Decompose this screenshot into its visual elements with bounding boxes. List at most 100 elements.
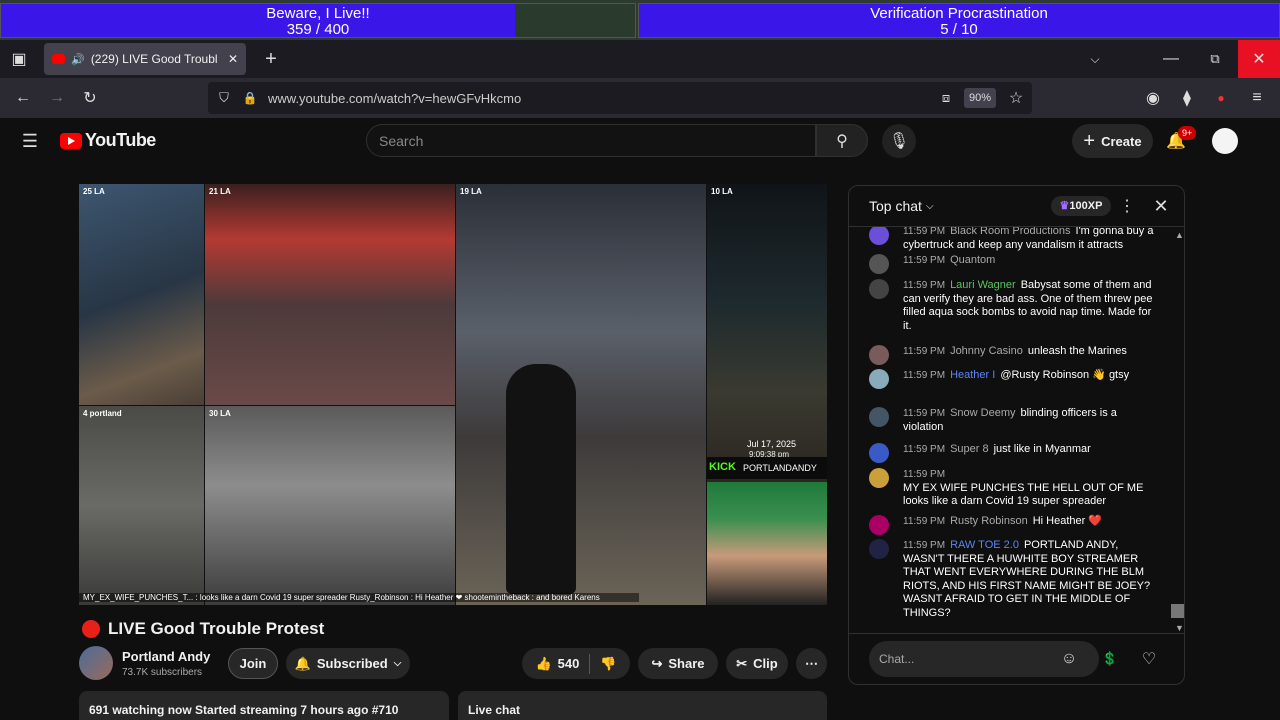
kick-banner: KICK PORTLANDANDY [707, 457, 827, 479]
scroll-up-icon[interactable]: ▲ [1175, 230, 1184, 240]
chat-author[interactable]: Black Room Productions [950, 227, 1070, 237]
browser-tab[interactable]: 🔊 (229) LIVE Good Troubl ✕ [44, 43, 246, 75]
watching-count: 691 [89, 703, 110, 717]
scrollbar-thumb[interactable] [1171, 604, 1184, 618]
chat-author[interactable]: Snow Deemy [950, 407, 1015, 419]
close-window-icon[interactable]: ✕ [1238, 40, 1280, 78]
shield-icon[interactable]: ⛉ [214, 88, 234, 108]
chat-message-list: 11:59 PM Black Room Productions I'm gonna … [849, 227, 1184, 637]
chevron-down-icon: ⌵ [393, 658, 402, 669]
hamburger-menu-icon[interactable]: ☰ [18, 130, 42, 152]
video-player[interactable]: 25 LA 21 LA 19 LA 10 LA Jul 17, 2025 9:0… [79, 184, 827, 605]
live-chat-replay-box[interactable]: Live chat [458, 691, 827, 720]
clip-label: Clip [753, 656, 778, 671]
join-button[interactable]: Join [228, 648, 278, 679]
goal-bar-1: Beware, I Live!! 359 / 400 [0, 3, 636, 38]
voice-search-button[interactable]: 🎙 [882, 124, 916, 158]
chat-message[interactable]: 11:59 PM Rusty Robinson Hi Heather ❤️ [869, 515, 1159, 535]
tile-tag: 4 portland [83, 409, 122, 418]
zoom-level[interactable]: 90% [964, 88, 996, 108]
chat-avatar[interactable] [869, 407, 889, 427]
chat-avatar[interactable] [869, 515, 889, 535]
speaker-icon[interactable]: 🔊 [71, 53, 85, 66]
heart-icon[interactable]: ♡ [1139, 649, 1159, 669]
reload-icon[interactable]: ↻ [79, 87, 101, 109]
chat-time: 11:59 PM [903, 346, 946, 357]
create-button[interactable]: + Create [1072, 124, 1153, 158]
chat-message[interactable]: 11:59 PM Johnny Casino unleash the Marines [869, 345, 1159, 365]
share-button[interactable]: ↪ Share [638, 648, 718, 679]
back-icon[interactable]: ← [12, 87, 34, 109]
thumbs-down-icon[interactable]: 👎 [600, 656, 616, 672]
chat-close-icon[interactable]: ✕ [1149, 194, 1173, 218]
new-tab-icon[interactable]: + [260, 48, 282, 70]
url-bar[interactable]: ⛉ 🔒 www.youtube.com/watch?v=hewGFvHkcmo … [208, 82, 1032, 114]
clip-button[interactable]: ✂ Clip [726, 648, 788, 679]
chat-author[interactable]: RAW TOE 2.0 [950, 539, 1019, 551]
chat-message[interactable]: 11:59 PM MY EX WIFE PUNCHES THE HELL OUT … [869, 468, 1159, 509]
chat-avatar[interactable] [869, 539, 889, 559]
chat-time: 11:59 PM [903, 540, 946, 551]
chat-author[interactable]: Lauri Wagner [950, 279, 1016, 291]
description-box[interactable]: 691 watching now Started streaming 7 hou… [79, 691, 449, 720]
kick-logo: KICK [709, 461, 736, 473]
subscribed-button[interactable]: 🔔 Subscribed ⌵ [286, 648, 410, 679]
restore-icon[interactable]: ⧉ [1204, 48, 1226, 70]
url-text[interactable]: www.youtube.com/watch?v=hewGFvHkcmo [268, 91, 521, 106]
xp-badge[interactable]: ♛100XP [1051, 196, 1111, 216]
chat-message[interactable]: 11:59 PM RAW TOE 2.0 PORTLAND ANDY, WASN'T… [869, 539, 1159, 620]
youtube-logo[interactable]: YouTube [60, 130, 156, 151]
channel-name[interactable]: Portland Andy [122, 649, 210, 664]
tab-list-icon[interactable]: ▣ [8, 48, 30, 70]
xp-label: 100XP [1069, 200, 1103, 212]
chat-text: unleash the Marines [1027, 345, 1127, 357]
chat-more-icon[interactable]: ⋮ [1119, 196, 1135, 216]
extension-badge-icon[interactable]: ● [1210, 87, 1232, 109]
search-input[interactable]: Search [366, 124, 816, 157]
more-actions-icon[interactable]: ⋯ [796, 648, 827, 679]
chat-message[interactable]: 11:59 PM Black Room Productions I'm gonna … [869, 227, 1159, 252]
top-chat-dropdown[interactable]: Top chat ⌵ [869, 198, 934, 214]
chat-avatar[interactable] [869, 345, 889, 365]
chat-author[interactable]: Heather I [950, 369, 995, 381]
lock-icon[interactable]: 🔒 [240, 88, 260, 108]
chat-avatar[interactable] [869, 279, 889, 299]
chat-message[interactable]: 11:59 PM Quantom [869, 254, 1159, 274]
tab-overflow-chevron-icon[interactable]: ⌵ [1084, 48, 1106, 70]
chat-author[interactable]: Quantom [950, 254, 995, 266]
tab-close-icon[interactable]: ✕ [228, 52, 238, 66]
video-tile-6: 30 LA [205, 406, 455, 605]
chat-avatar[interactable] [869, 468, 889, 488]
account-icon[interactable]: ◉ [1142, 87, 1164, 109]
chat-message[interactable]: 11:59 PM Super 8 just like in Myanmar [869, 443, 1159, 463]
notification-count-badge: 9+ [1178, 126, 1197, 140]
chat-author[interactable]: Rusty Robinson [950, 515, 1028, 527]
chat-avatar[interactable] [869, 254, 889, 274]
emoji-icon[interactable]: ☺ [1059, 649, 1079, 669]
channel-avatar[interactable] [79, 646, 113, 680]
youtube-header: ☰ YouTube Search ⚲ 🎙 + Create 🔔 9+ [0, 118, 1280, 164]
super-chat-icon[interactable]: 💲 [1099, 649, 1121, 669]
like-button[interactable]: 👍 540 [535, 656, 579, 672]
avatar[interactable] [1212, 128, 1238, 154]
goal-2-title: Verification Procrastination [870, 5, 1048, 22]
chat-author[interactable]: Johnny Casino [950, 345, 1023, 357]
chat-message[interactable]: 11:59 PM Lauri Wagner Babysat some of them… [869, 279, 1159, 333]
chat-message[interactable]: 11:59 PM Snow Deemy blinding officers is a… [869, 407, 1159, 434]
chat-avatar[interactable] [869, 443, 889, 463]
menu-icon[interactable]: ≡ [1246, 87, 1268, 109]
bookmark-star-icon[interactable]: ☆ [1006, 88, 1026, 108]
scroll-down-icon[interactable]: ▼ [1175, 623, 1184, 633]
chat-message[interactable]: 11:59 PM Heather I @Rusty Robinson 👋 gtsy [869, 369, 1159, 389]
streamer-webcam [707, 482, 827, 605]
picture-in-picture-icon[interactable]: ⧈ [936, 88, 956, 108]
minimize-icon[interactable]: — [1160, 48, 1182, 70]
search-button[interactable]: ⚲ [816, 124, 868, 157]
chat-author[interactable]: Super 8 [950, 443, 989, 455]
forward-icon[interactable]: → [46, 87, 68, 109]
chat-avatar[interactable] [869, 369, 889, 389]
chat-time: 11:59 PM [903, 444, 946, 455]
extensions-icon[interactable]: ⧫ [1176, 87, 1198, 109]
stream-overlay: Beware, I Live!! 359 / 400 Verification P… [0, 0, 1280, 40]
chat-avatar[interactable] [869, 227, 889, 245]
